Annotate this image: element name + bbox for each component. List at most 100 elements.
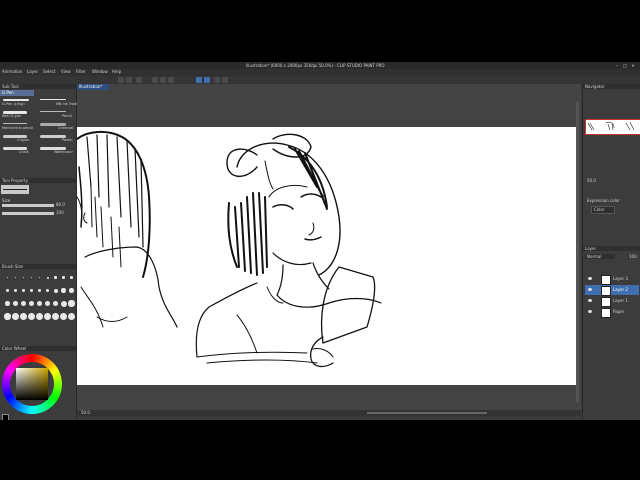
- size-value[interactable]: 80.0: [56, 203, 65, 207]
- layer-row[interactable]: Paper: [585, 307, 639, 318]
- brush-size-preset[interactable]: [30, 276, 33, 279]
- brush-size-preset[interactable]: [4, 313, 11, 320]
- undo-icon[interactable]: [118, 77, 124, 83]
- brush-size-preset[interactable]: [20, 313, 27, 320]
- deselect-icon[interactable]: [168, 77, 174, 83]
- brush-size-preset[interactable]: [6, 289, 9, 292]
- opacity-slider[interactable]: [2, 212, 54, 215]
- brush-item[interactable]: G-Pen (crisp): [1, 97, 37, 107]
- eye-icon[interactable]: [588, 288, 592, 291]
- brush-size-title: Brush Size: [2, 264, 24, 269]
- eye-icon[interactable]: [588, 310, 592, 313]
- brush-size-preset[interactable]: [52, 300, 59, 307]
- main-color-swatch[interactable]: [2, 414, 9, 420]
- eye-icon[interactable]: [588, 299, 592, 302]
- color-wheel[interactable]: [2, 354, 62, 414]
- horizontal-scrollbar[interactable]: [367, 412, 487, 414]
- navigator-header: Navigator: [583, 84, 640, 89]
- brush-item[interactable]: Charcoal: [38, 121, 74, 131]
- expression-color-select[interactable]: Color: [591, 206, 615, 214]
- navigator-zoom[interactable]: 50.0: [587, 179, 596, 183]
- brush-size-preset[interactable]: [46, 276, 49, 279]
- snap-ruler-icon[interactable]: [196, 77, 202, 83]
- brush-size-preset[interactable]: [68, 300, 75, 307]
- status-zoom[interactable]: 50.0: [81, 411, 90, 415]
- brush-item[interactable]: Watercolor: [38, 145, 74, 155]
- brush-size-preset[interactable]: [68, 313, 75, 320]
- snap-special-icon[interactable]: [214, 77, 220, 83]
- brush-size-preset[interactable]: [14, 289, 17, 292]
- drawing-canvas[interactable]: [77, 127, 577, 385]
- brush-size-preset[interactable]: [60, 313, 67, 320]
- close-button[interactable]: ×: [630, 63, 636, 68]
- brush-size-preset[interactable]: [28, 313, 35, 320]
- menu-layer[interactable]: Layer: [27, 70, 38, 74]
- saturation-value-square[interactable]: [16, 368, 48, 400]
- brush-size-preset[interactable]: [21, 288, 26, 293]
- vertical-scrollbar[interactable]: [576, 102, 579, 402]
- brush-size-preset[interactable]: [60, 300, 67, 307]
- snap-grid-icon[interactable]: [204, 77, 210, 83]
- brush-size-preset[interactable]: [21, 301, 26, 306]
- brush-size-preset[interactable]: [5, 301, 10, 306]
- brush-size-preset[interactable]: [52, 313, 59, 320]
- brush-item[interactable]: Chalk: [1, 145, 37, 155]
- brush-item[interactable]: Real G-pen: [1, 109, 37, 119]
- menu-view[interactable]: View: [61, 70, 71, 74]
- brush-size-preset[interactable]: [12, 313, 19, 320]
- menu-help[interactable]: Help: [112, 70, 121, 74]
- minimize-button[interactable]: –: [614, 63, 620, 68]
- brush-size-preset[interactable]: [38, 276, 41, 279]
- brush-item[interactable]: Pastel: [38, 133, 74, 143]
- brush-item[interactable]: Pencil: [38, 109, 74, 119]
- menu-animation[interactable]: Animation: [2, 70, 22, 74]
- brush-size-preset[interactable]: [13, 301, 18, 306]
- layer-row[interactable]: Layer 3: [585, 274, 639, 285]
- brush-size-preset[interactable]: [44, 300, 51, 307]
- maximize-button[interactable]: □: [622, 63, 628, 68]
- brush-size-preset[interactable]: [36, 300, 43, 307]
- brush-size-preset[interactable]: [62, 276, 65, 279]
- brush-size-preset[interactable]: [29, 288, 34, 293]
- brush-size-preset[interactable]: [14, 276, 17, 279]
- brush-size-preset[interactable]: [54, 276, 57, 279]
- layer-name: Layer 1: [613, 298, 628, 303]
- menu-select[interactable]: Select: [43, 70, 55, 74]
- layer-name: Layer 3: [613, 276, 628, 281]
- navigator-preview[interactable]: [585, 119, 640, 135]
- transform-icon[interactable]: [160, 77, 166, 83]
- brush-item[interactable]: MB Ink Traditional: [38, 97, 87, 107]
- brush-size-preset[interactable]: [70, 276, 73, 279]
- layer-row-selected[interactable]: Layer 2: [585, 285, 639, 296]
- brush-size-preset[interactable]: [7, 277, 8, 278]
- opacity-value[interactable]: 100: [56, 211, 64, 215]
- brush-size-preset[interactable]: [45, 288, 50, 293]
- layer-row[interactable]: Layer 1: [585, 296, 639, 307]
- sub-tool-header: Sub Tool: [0, 84, 76, 89]
- menu-filter[interactable]: Filter: [76, 70, 86, 74]
- brush-item[interactable]: Mechanical pencil: [1, 121, 37, 131]
- brush-group-tab[interactable]: G Pen: [0, 90, 34, 96]
- brush-size-header: Brush Size: [0, 264, 76, 269]
- brush-size-preset[interactable]: [61, 288, 66, 293]
- document-tab[interactable]: Illustration*: [77, 84, 109, 90]
- eye-icon[interactable]: [588, 277, 592, 280]
- brush-size-preset[interactable]: [53, 288, 58, 293]
- brush-size-preset[interactable]: [36, 313, 43, 320]
- brush-item[interactable]: Crayon: [1, 133, 37, 143]
- blend-mode-select[interactable]: Normal: [585, 254, 615, 259]
- brush-size-preset[interactable]: [28, 300, 35, 307]
- layer-name: Layer 2: [613, 287, 628, 292]
- brush-size-grid[interactable]: [0, 270, 76, 330]
- grid-icon[interactable]: [222, 77, 228, 83]
- layer-opacity[interactable]: 100: [629, 255, 637, 259]
- brush-size-preset[interactable]: [22, 276, 25, 279]
- brush-size-preset[interactable]: [69, 288, 74, 293]
- clear-icon[interactable]: [136, 77, 142, 83]
- brush-size-preset[interactable]: [37, 288, 42, 293]
- fill-icon[interactable]: [152, 77, 158, 83]
- size-slider[interactable]: [2, 204, 54, 207]
- brush-size-preset[interactable]: [44, 313, 51, 320]
- redo-icon[interactable]: [126, 77, 132, 83]
- menu-window[interactable]: Window: [92, 70, 108, 74]
